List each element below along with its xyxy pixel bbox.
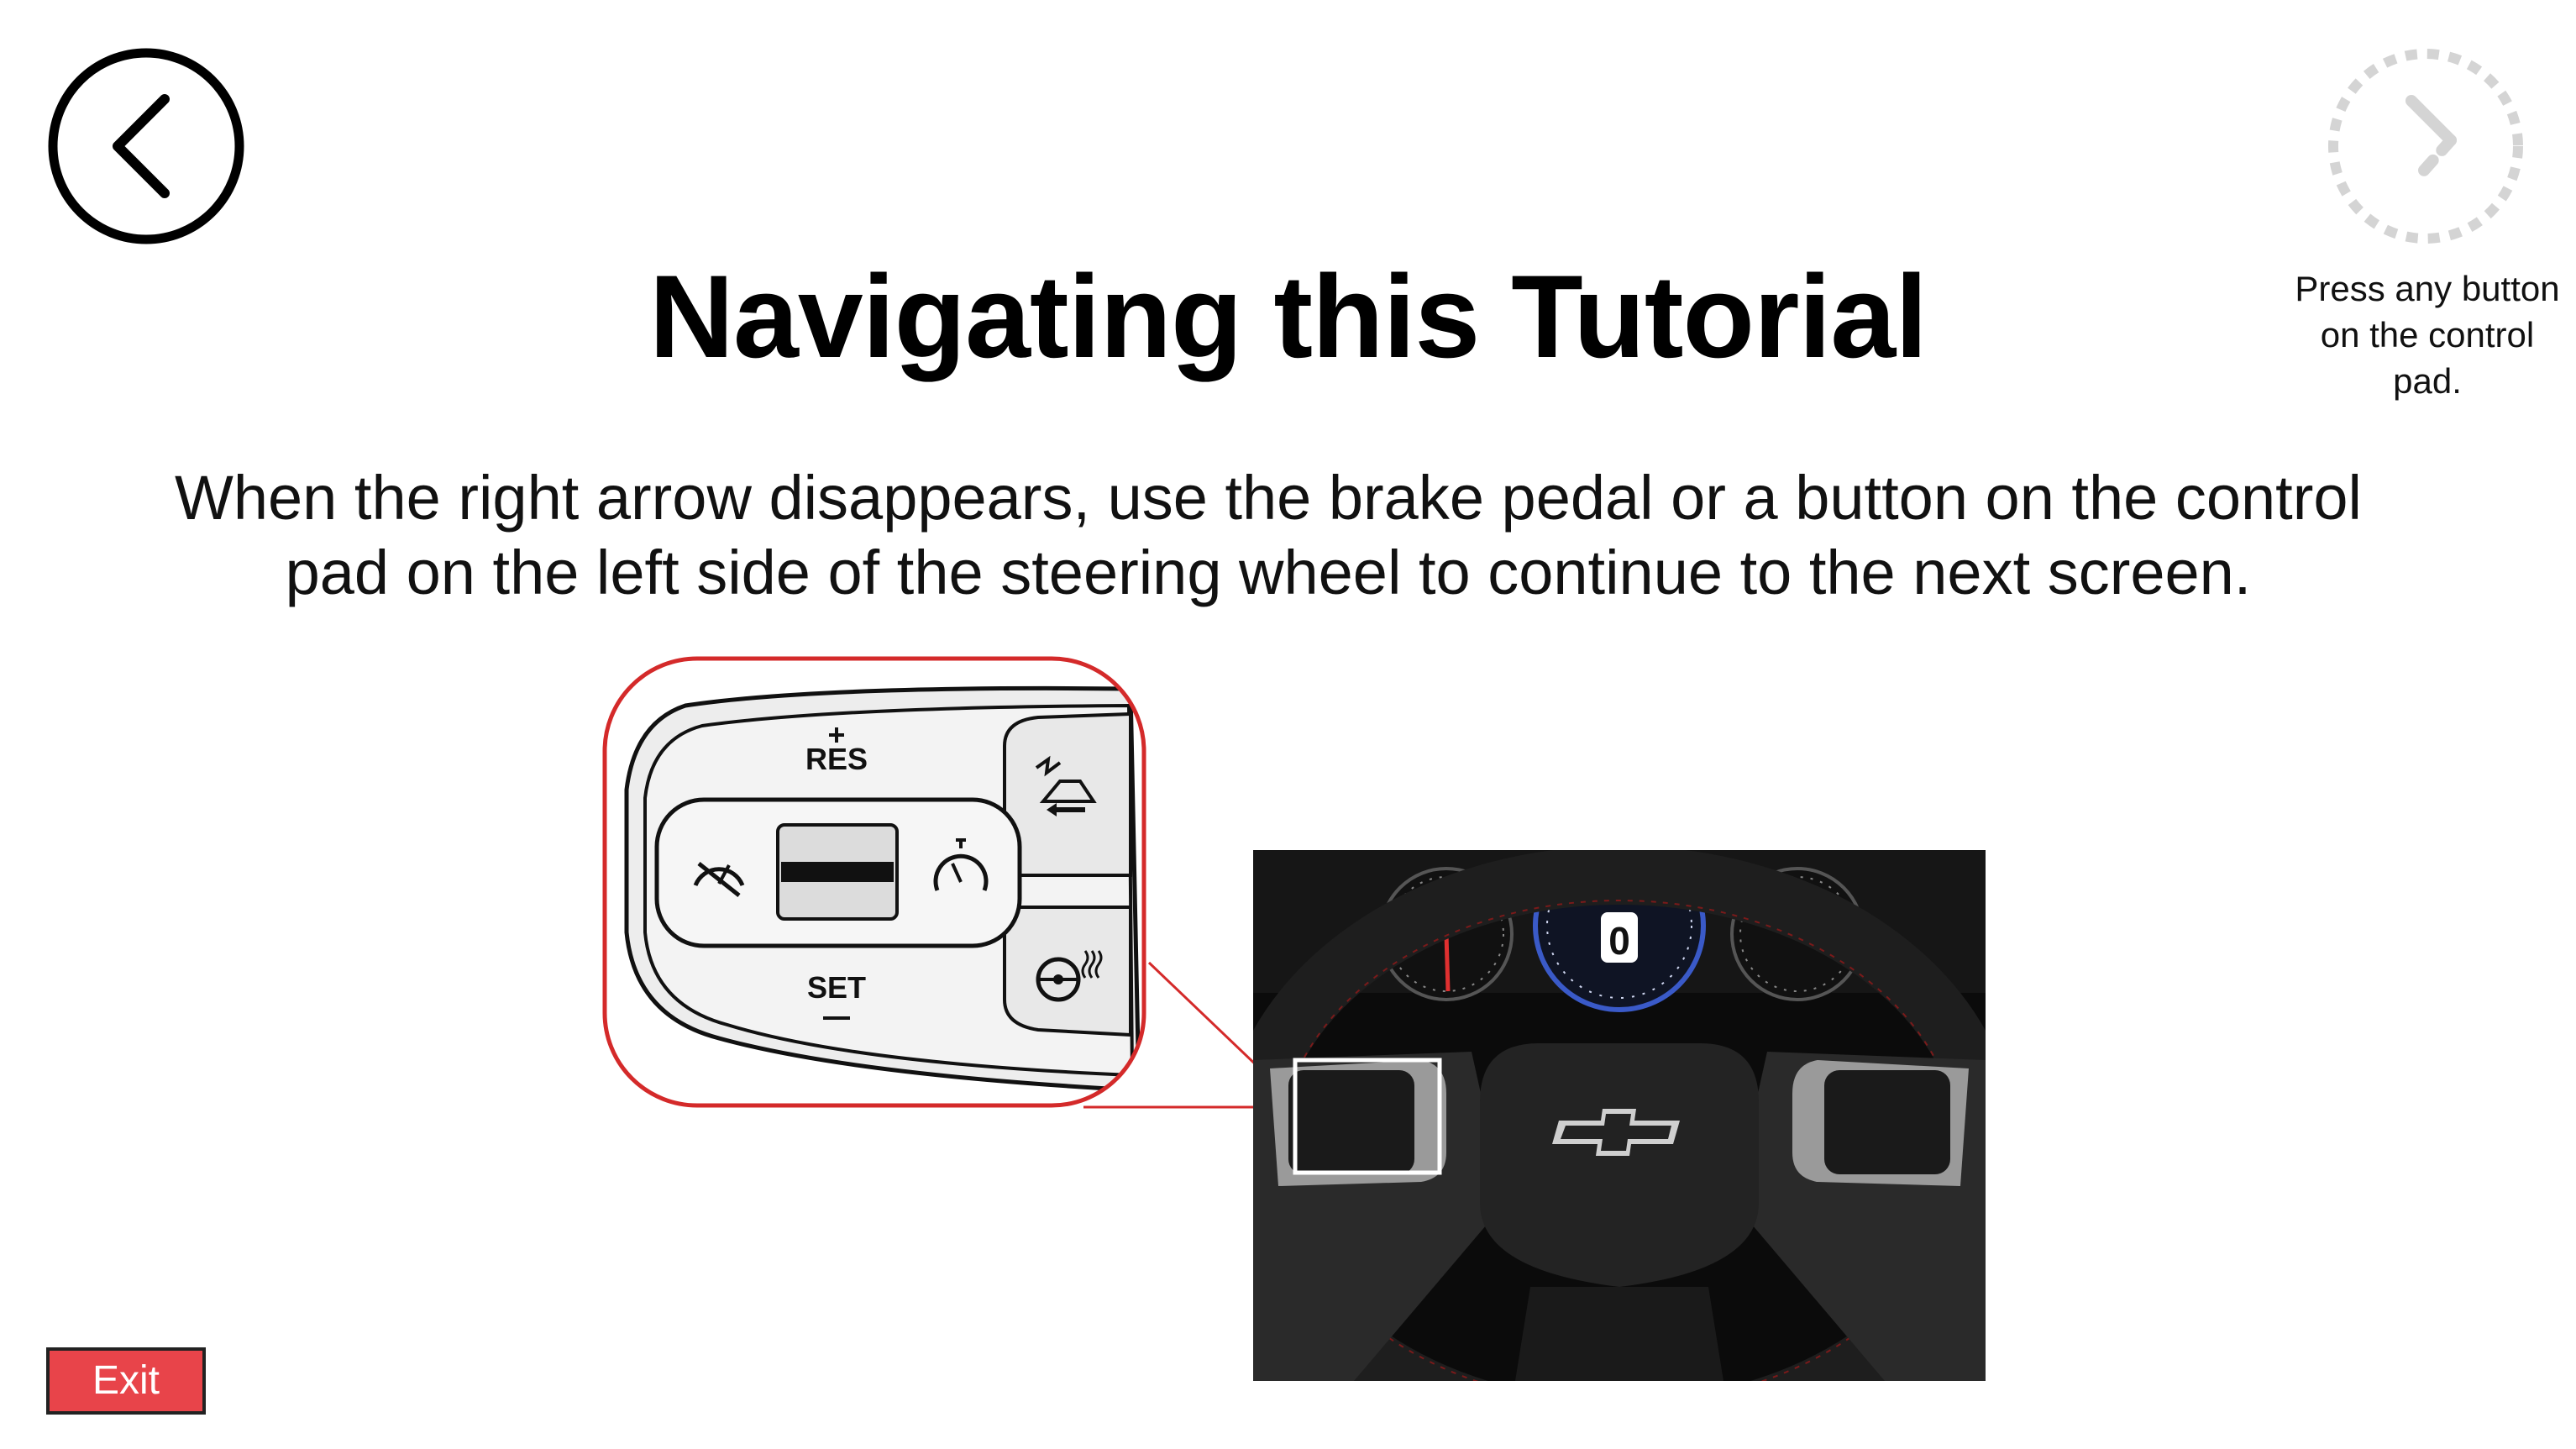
speedometer-readout: 0 <box>1608 919 1630 963</box>
chevron-left-icon <box>48 48 244 244</box>
exit-button[interactable]: Exit <box>46 1347 206 1415</box>
page-title: Navigating this Tutorial <box>648 250 1928 382</box>
control-pad-diagram: RES SET <box>601 655 1147 1109</box>
steering-wheel-photo: 0 <box>1253 850 1986 1381</box>
set-label: SET <box>807 970 866 1005</box>
res-label: RES <box>805 742 868 776</box>
tutorial-screen: Press any button on the control pad. Nav… <box>0 0 2576 1449</box>
chevron-right-icon <box>2328 49 2523 244</box>
back-button[interactable] <box>47 47 245 245</box>
instructions-text: When the right arrow disappears, use the… <box>175 463 2362 607</box>
next-progress-indicator <box>2325 45 2526 247</box>
